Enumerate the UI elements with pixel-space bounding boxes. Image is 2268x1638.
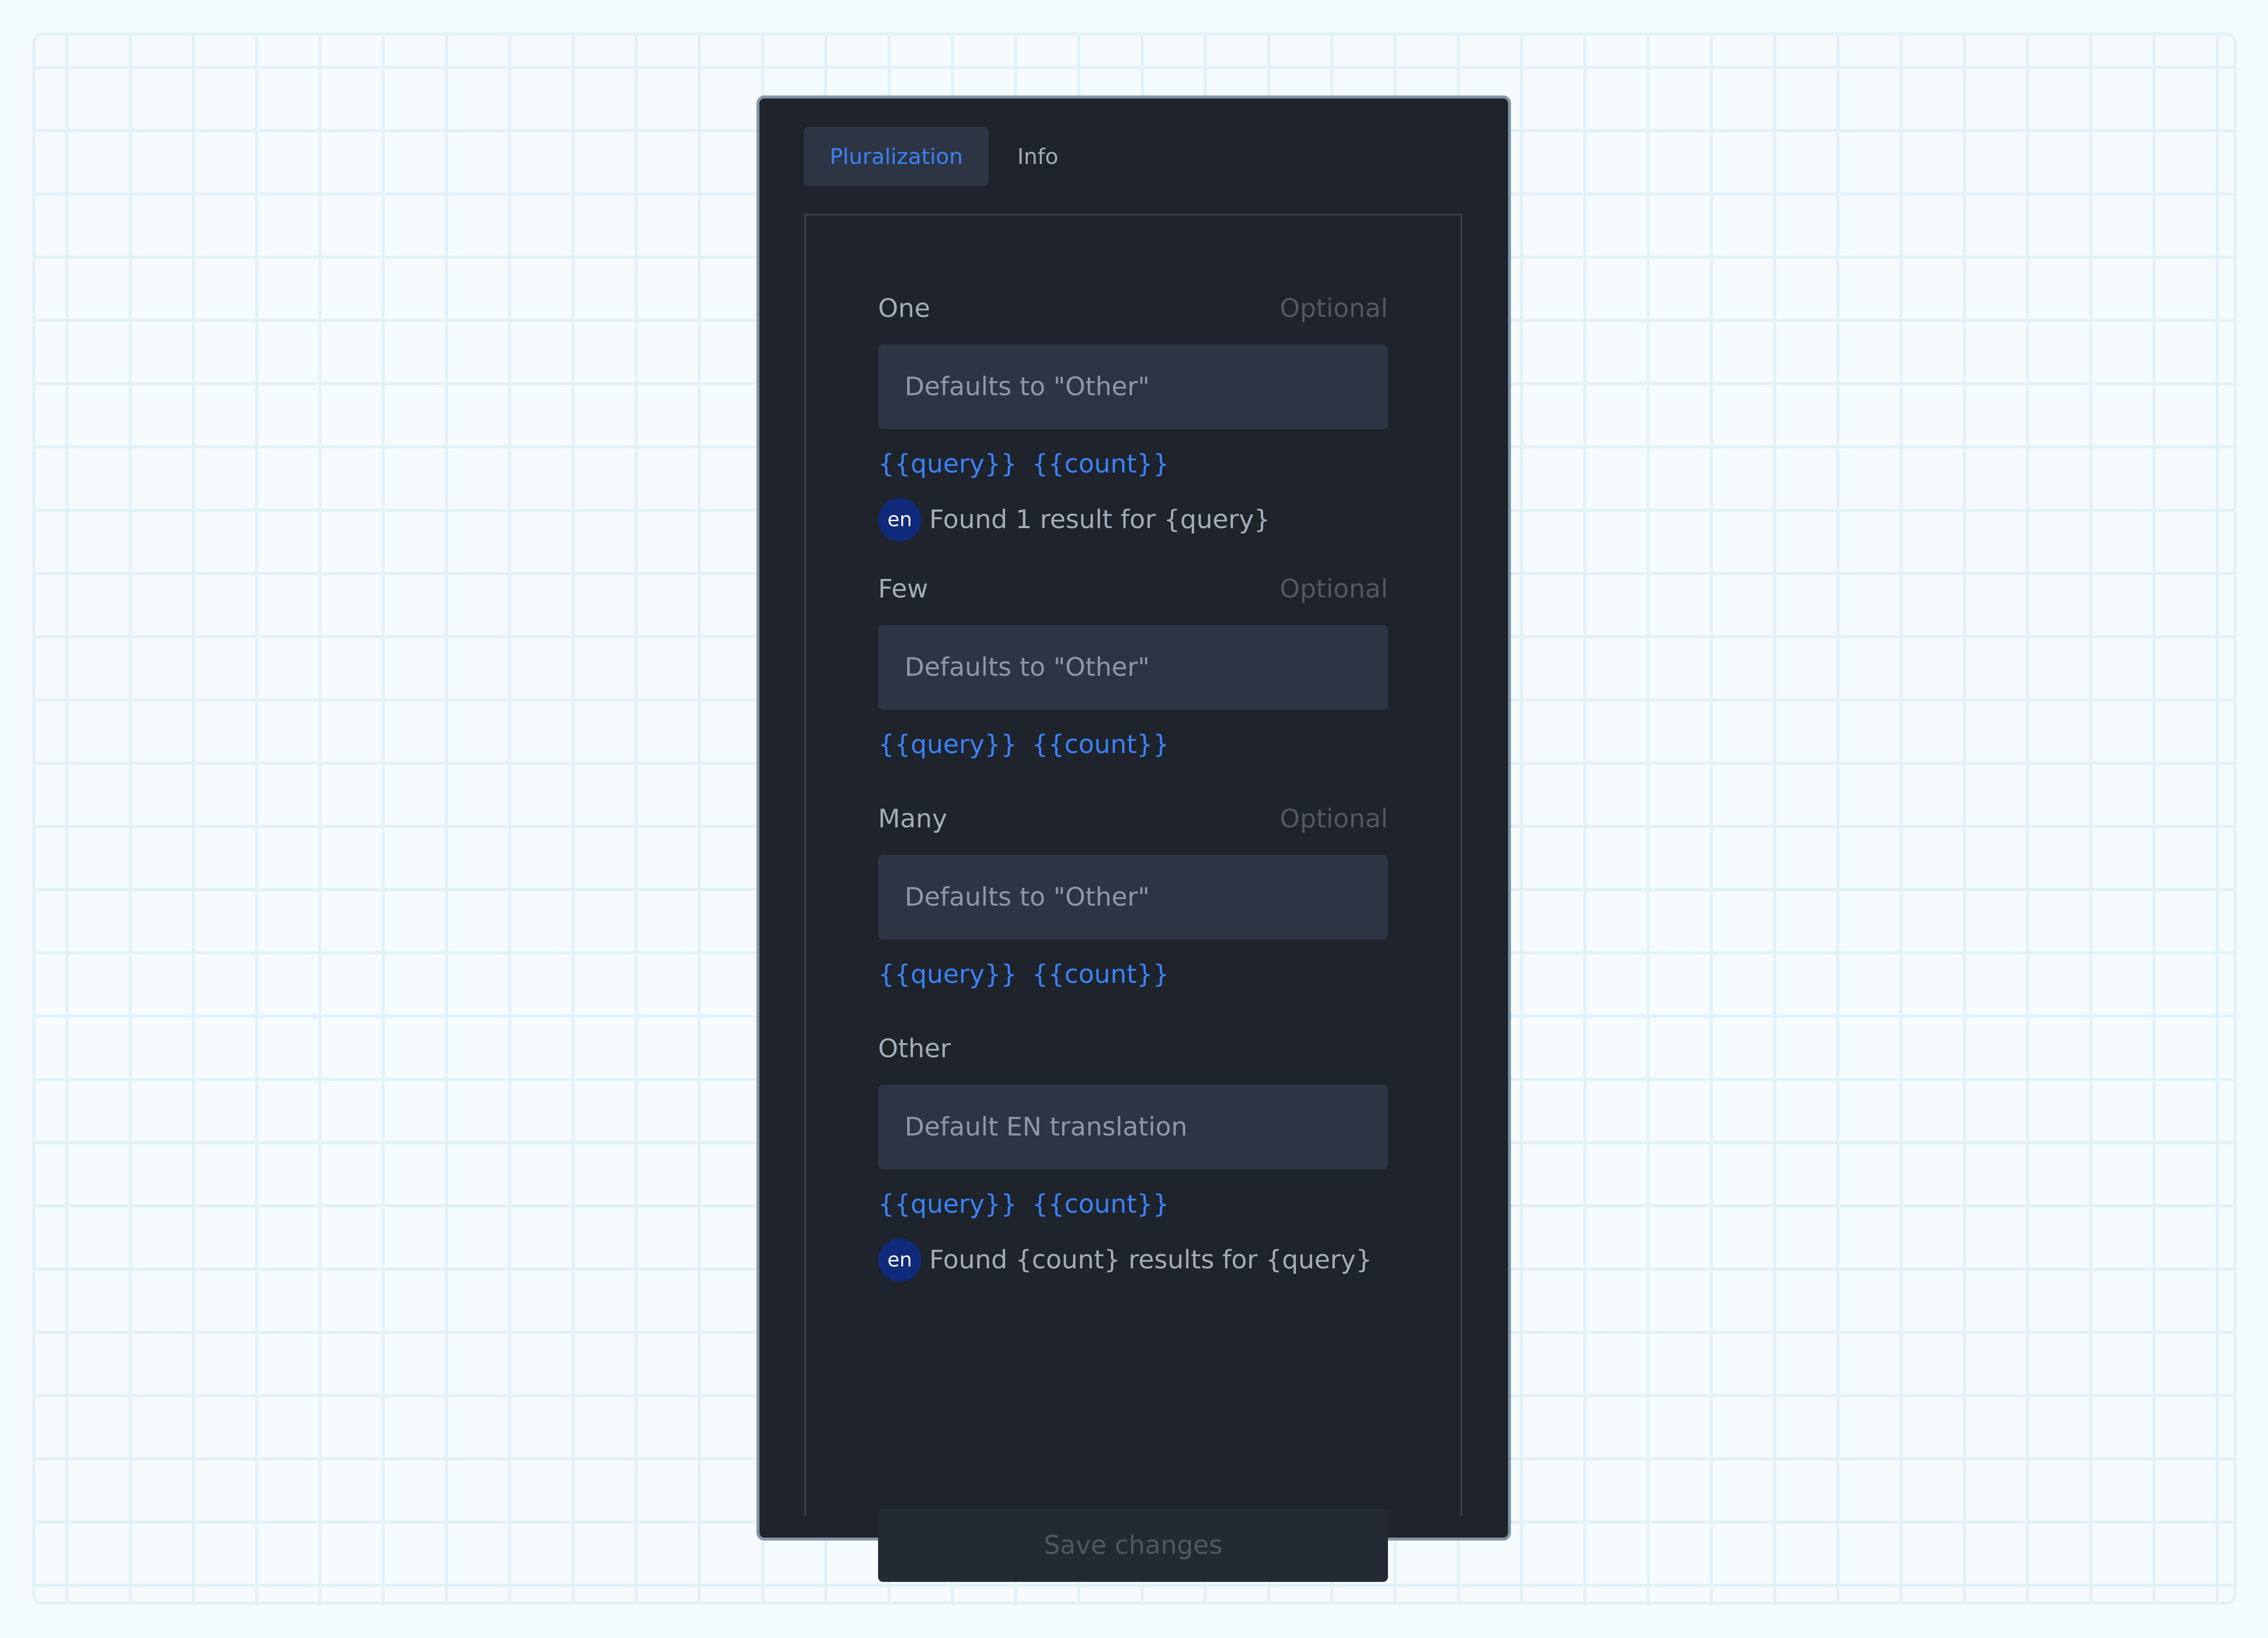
- translation-input-one[interactable]: [878, 345, 1388, 429]
- label-row: One Optional: [878, 291, 1388, 326]
- tab-bar: Pluralization Info: [804, 127, 1073, 186]
- variable-count-chip[interactable]: {{count}}: [1032, 730, 1169, 759]
- tab-pluralization[interactable]: Pluralization: [804, 127, 989, 186]
- optional-hint: Optional: [1280, 574, 1388, 604]
- variable-count-chip[interactable]: {{count}}: [1032, 1190, 1169, 1219]
- translation-preview: en Found {count} results for {query}: [878, 1238, 1388, 1282]
- translation-input-many[interactable]: [878, 855, 1388, 940]
- plural-section-other: Other {{query}} {{count}} en Found {coun…: [878, 1032, 1388, 1282]
- save-changes-button[interactable]: Save changes: [878, 1509, 1388, 1582]
- variable-query-chip[interactable]: {{query}}: [878, 449, 1017, 479]
- variable-query-chip[interactable]: {{query}}: [878, 960, 1017, 989]
- optional-hint: Optional: [1280, 804, 1388, 834]
- variable-chips: {{query}} {{count}}: [878, 447, 1388, 481]
- plural-section-many: Many Optional {{query}} {{count}}: [878, 802, 1388, 992]
- label-row: Other: [878, 1032, 1388, 1066]
- language-badge: en: [878, 498, 921, 541]
- label-row: Many Optional: [878, 802, 1388, 836]
- plural-section-few: Few Optional {{query}} {{count}}: [878, 572, 1388, 762]
- translation-input-few[interactable]: [878, 625, 1388, 710]
- variable-chips: {{query}} {{count}}: [878, 727, 1388, 762]
- variable-query-chip[interactable]: {{query}}: [878, 730, 1017, 759]
- tab-info[interactable]: Info: [1003, 127, 1073, 186]
- plural-label-few: Few: [878, 574, 928, 604]
- plural-label-one: One: [878, 294, 930, 323]
- language-badge: en: [878, 1238, 921, 1282]
- label-row: Few Optional: [878, 572, 1388, 606]
- preview-text: Found 1 result for {query}: [929, 505, 1270, 535]
- translation-input-other[interactable]: [878, 1085, 1388, 1169]
- preview-text: Found {count} results for {query}: [929, 1245, 1372, 1275]
- variable-count-chip[interactable]: {{count}}: [1032, 449, 1169, 479]
- translation-preview: en Found 1 result for {query}: [878, 498, 1388, 541]
- optional-hint: Optional: [1280, 294, 1388, 323]
- form-container: One Optional {{query}} {{count}} en Foun…: [804, 214, 1462, 1582]
- plural-section-one: One Optional {{query}} {{count}} en Foun…: [878, 291, 1388, 541]
- plural-label-many: Many: [878, 804, 947, 834]
- pluralization-panel: Pluralization Info One Optional {{query}…: [756, 95, 1511, 1582]
- variable-query-chip[interactable]: {{query}}: [878, 1190, 1017, 1219]
- variable-chips: {{query}} {{count}}: [878, 1187, 1388, 1222]
- variable-count-chip[interactable]: {{count}}: [1032, 960, 1169, 989]
- plural-label-other: Other: [878, 1034, 951, 1064]
- variable-chips: {{query}} {{count}}: [878, 957, 1388, 992]
